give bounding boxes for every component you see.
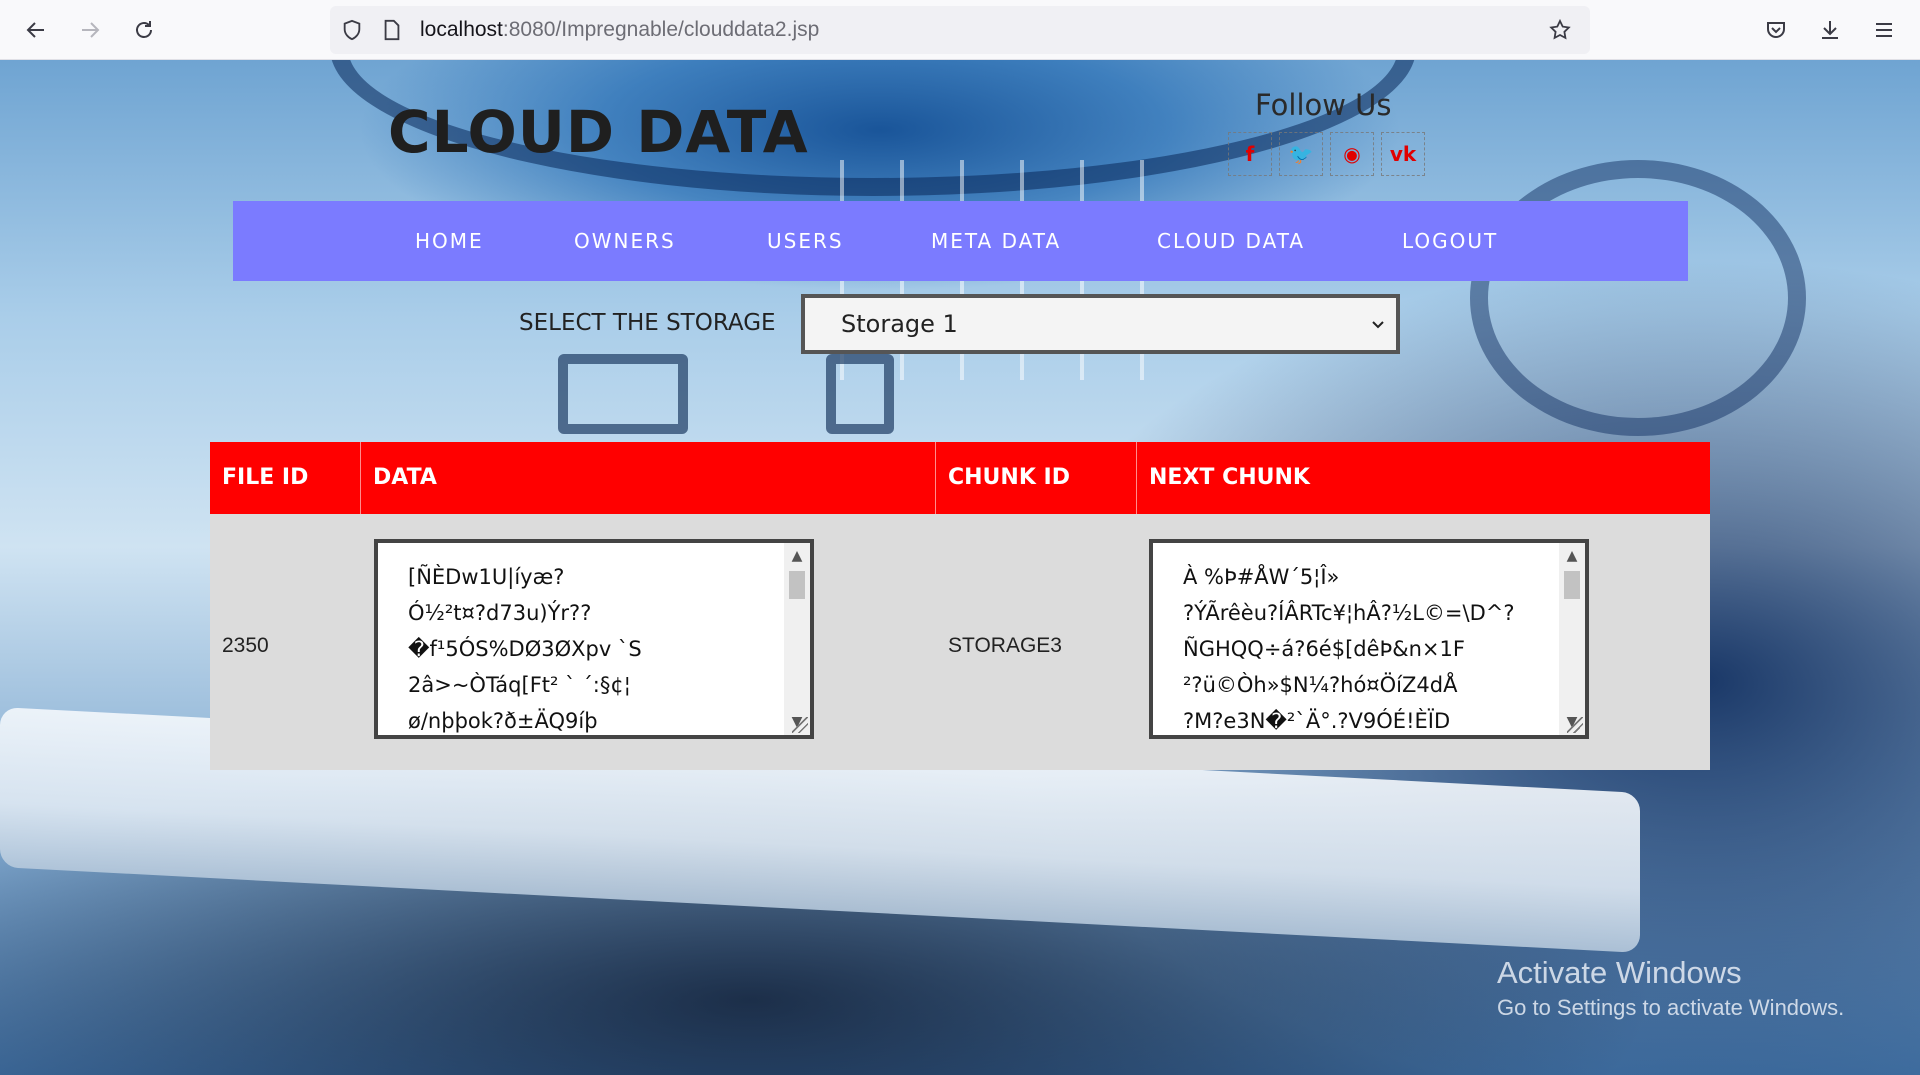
nav-logout[interactable]: LOGOUT [1402,201,1498,281]
activate-windows-subtitle: Go to Settings to activate Windows. [1497,995,1845,1020]
address-bar[interactable]: localhost:8080/Impregnable/clouddata2.js… [330,6,1590,54]
storage-selected-value: Storage 1 [841,310,958,338]
next-chunk-line: À %Þ#ÅW´5¦Î» [1183,565,1340,589]
scrollbar[interactable]: ▲ ▼ [784,543,810,735]
hamburger-menu-icon[interactable] [1866,12,1902,48]
pocket-icon[interactable] [1758,12,1794,48]
nav-cloud-data[interactable]: CLOUD DATA [1157,201,1305,281]
column-header-next-chunk: NEXT CHUNK [1149,465,1310,490]
scrollbar-thumb[interactable] [789,571,805,599]
url-host: localhost [420,18,503,41]
column-header-file-id: FILE ID [210,442,361,514]
cloud-data-table: FILE ID DATA CHUNK ID NEXT CHUNK 2350 [Ñ… [210,442,1710,770]
nav-users[interactable]: USERS [767,201,844,281]
scroll-up-icon[interactable]: ▲ [784,543,810,569]
nav-home[interactable]: HOME [415,201,484,281]
data-line: [ÑÈDw1U|íyæ? [408,565,565,589]
url-text[interactable]: localhost:8080/Impregnable/clouddata2.js… [420,6,819,54]
scroll-up-icon[interactable]: ▲ [1559,543,1585,569]
scrollbar[interactable]: ▲ ▼ [1559,543,1585,735]
reload-icon[interactable] [126,12,162,48]
data-line: 2â>~ÒTáq[Ft² ` ´:§¢¦ [408,673,631,697]
next-chunk-line: ÑGHQQ÷á?6é$[dêÞ&n×1F [1183,637,1465,661]
next-chunk-line: ²?ü©Òh»$N¼?hó¤ÖíZ4dÅ [1183,673,1458,697]
activate-windows-title: Activate Windows [1497,955,1742,990]
nav-meta-data[interactable]: META DATA [931,201,1061,281]
column-header-data: DATA [361,442,936,514]
data-textarea[interactable]: [ÑÈDw1U|íyæ? Ó½²t¤?d73u)Ýr?? �f¹5ÓS%DØ3Ø… [374,539,814,739]
nav-owners[interactable]: OWNERS [574,201,676,281]
rss-icon[interactable]: ◉ [1330,132,1374,176]
chunk-id-cell: STORAGE3 [948,634,1062,657]
url-path: :8080/Impregnable/clouddata2.jsp [502,18,820,41]
site-title: CLOUD DATA [388,98,809,166]
chevron-down-icon [1370,298,1386,350]
arrow-right-icon[interactable] [72,12,108,48]
resize-grip-icon[interactable] [1567,717,1583,733]
storage-select-label: SELECT THE STORAGE [519,310,776,336]
data-line: Ó½²t¤?d73u)Ýr?? [408,601,592,625]
next-chunk-line: ?ÝÃrêèu?ÍÂRTc¥¦hÂ?½L©=\D^? [1183,601,1515,625]
facebook-icon[interactable]: f [1228,132,1272,176]
star-icon[interactable] [1548,18,1572,42]
twitter-icon[interactable]: 🐦 [1279,132,1323,176]
scrollbar-thumb[interactable] [1564,571,1580,599]
page-icon[interactable] [380,18,404,42]
storage-select[interactable]: Storage 1 [801,294,1400,354]
main-nav: HOME OWNERS USERS META DATA CLOUD DATA L… [233,201,1688,281]
vk-icon[interactable]: vk [1381,132,1425,176]
next-chunk-textarea[interactable]: À %Þ#ÅW´5¦Î» ?ÝÃrêèu?ÍÂRTc¥¦hÂ?½L©=\D^? … [1149,539,1589,739]
page-content: CLOUD DATA Follow Us f 🐦 ◉ vk HOME OWNER… [0,60,1920,1075]
column-header-chunk-id: CHUNK ID [936,442,1137,514]
arrow-left-icon[interactable] [18,12,54,48]
file-id-cell: 2350 [222,634,269,657]
data-line: �f¹5ÓS%DØ3ØXpv `S [408,637,642,661]
data-line: ø/nþþok?ð±ÄQ9íþ [408,709,598,733]
browser-toolbar: localhost:8080/Impregnable/clouddata2.js… [0,0,1920,60]
background-monitor-icon [558,354,688,434]
follow-us-heading: Follow Us [1255,88,1392,122]
table-header: FILE ID DATA CHUNK ID NEXT CHUNK [210,442,1710,514]
download-icon[interactable] [1812,12,1848,48]
background-phone-icon [826,354,894,434]
next-chunk-line: ?M?e3N�²`Ä°.?V9ÓÉ!ÈÏD [1183,709,1451,733]
shield-icon[interactable] [340,18,364,42]
resize-grip-icon[interactable] [792,717,808,733]
